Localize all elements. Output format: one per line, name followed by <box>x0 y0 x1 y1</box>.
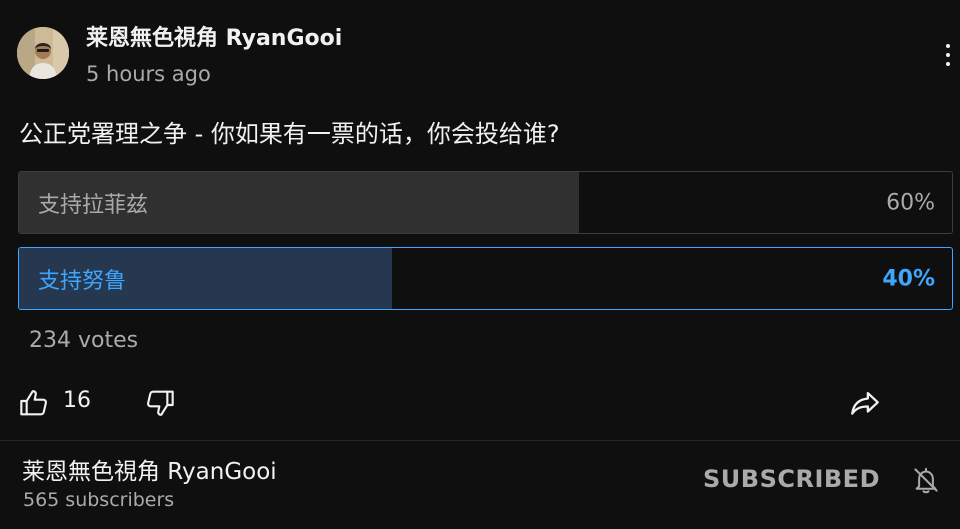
like-count: 16 <box>63 388 91 413</box>
notification-bell-button[interactable] <box>911 465 941 495</box>
thumbs-down-icon <box>146 390 174 416</box>
thumbs-up-icon <box>20 390 48 416</box>
poll-option-percent: 60% <box>886 190 935 215</box>
poll-option-1[interactable]: 支持拉菲兹 60% <box>18 171 953 234</box>
share-icon <box>851 391 879 415</box>
channel-name[interactable]: 莱恩無色視角 RyanGooi <box>86 20 342 52</box>
bell-off-icon <box>914 467 938 494</box>
poll-option-label: 支持努鲁 <box>38 268 127 294</box>
poll-question: 公正党署理之争 - 你如果有一票的话，你会投给谁? <box>19 120 560 148</box>
divider <box>0 440 960 441</box>
subscriber-count: 565 subscribers <box>23 489 175 511</box>
share-button[interactable] <box>848 386 882 420</box>
more-options-button[interactable] <box>930 38 960 74</box>
poll-option-percent: 40% <box>882 266 935 291</box>
subscribed-button[interactable]: SUBSCRIBED <box>703 465 880 493</box>
footer-channel-name[interactable]: 莱恩無色視角 RyanGooi <box>22 452 277 486</box>
poll-option-label: 支持拉菲兹 <box>38 192 149 218</box>
vote-count: 234 votes <box>29 328 139 353</box>
poll-option-2[interactable]: 支持努鲁 40% <box>18 247 953 310</box>
community-post: 莱恩無色視角 RyanGooi 5 hours ago 公正党署理之争 - 你如… <box>0 0 960 440</box>
dislike-button[interactable] <box>144 387 176 419</box>
post-timestamp: 5 hours ago <box>86 62 211 86</box>
like-button[interactable] <box>18 387 50 419</box>
channel-avatar[interactable] <box>17 27 69 79</box>
